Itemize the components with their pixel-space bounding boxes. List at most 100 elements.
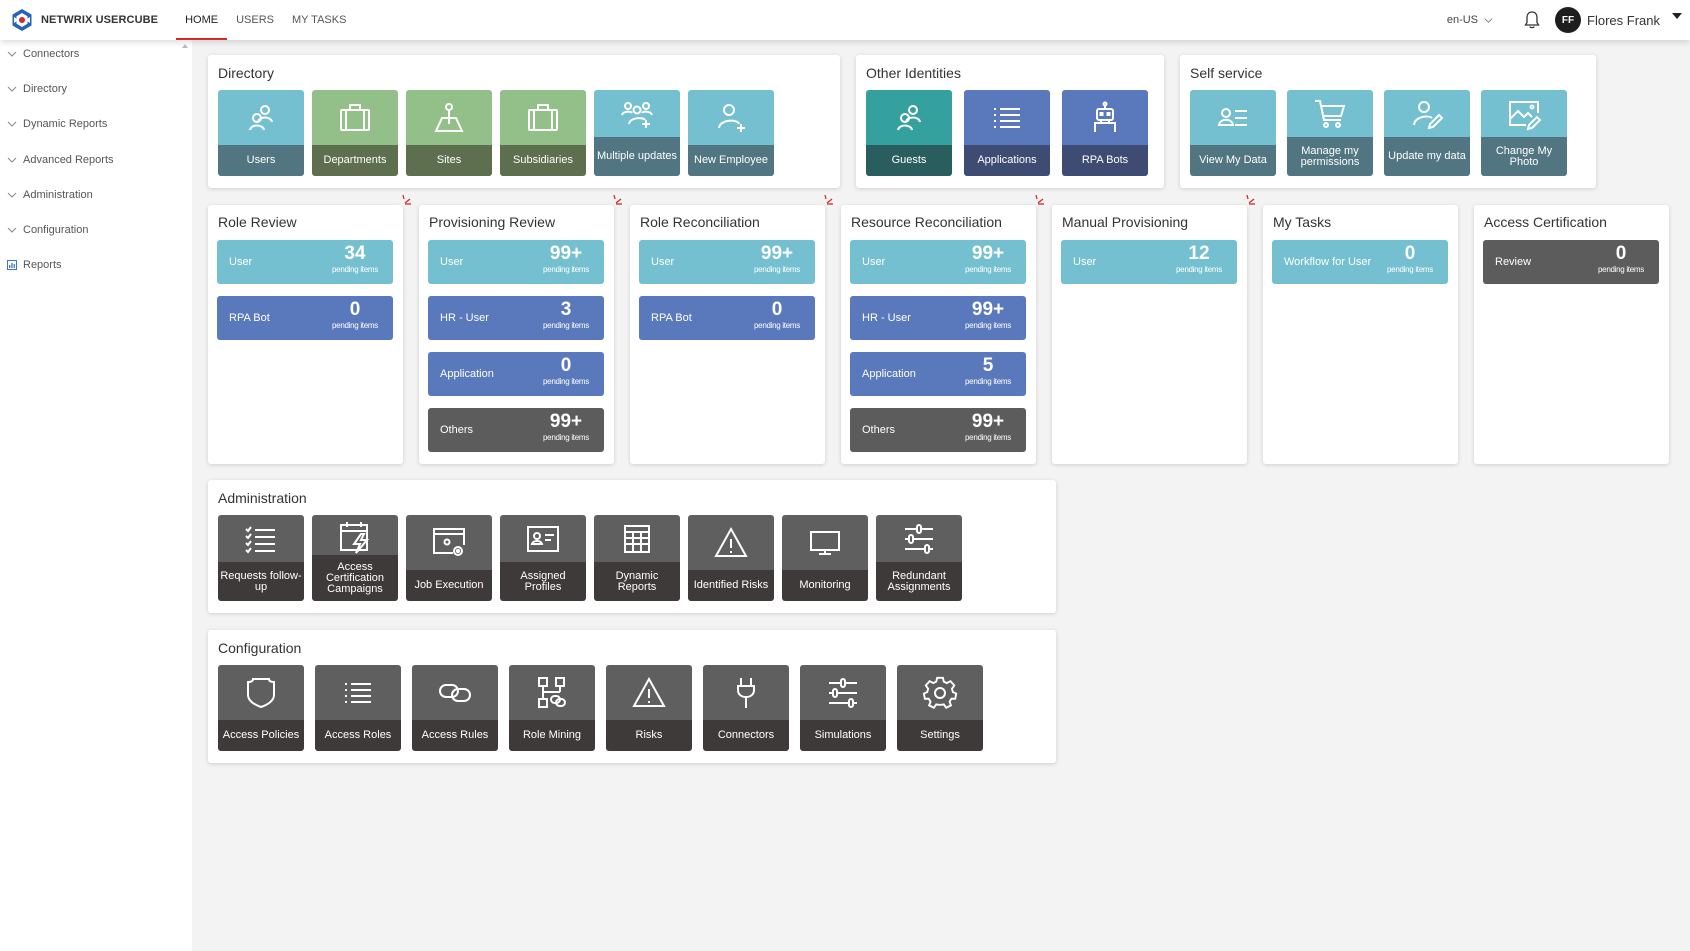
tile-update-my-data[interactable]: Update my data: [1384, 90, 1470, 176]
tile-label: Redundant Assignments: [876, 562, 962, 601]
tile-simulations[interactable]: Simulations: [800, 665, 886, 751]
nav-my-tasks[interactable]: MY TASKS: [283, 0, 355, 40]
tile-access-certification-campaigns[interactable]: Access Certification Campaigns: [312, 515, 398, 601]
pending-caption: pending items: [543, 265, 589, 274]
chevron-down-icon: [7, 192, 17, 198]
review-card-my-tasks: My Tasks Workflow for User 0 pending items: [1263, 205, 1458, 464]
pending-badge[interactable]: Application 0 pending items: [428, 352, 604, 396]
tile-new-employee[interactable]: New Employee: [688, 90, 774, 176]
pending-badge[interactable]: User 99+ pending items: [639, 240, 815, 284]
pending-count: 3: [560, 299, 572, 320]
tile-redundant-assignments[interactable]: Redundant Assignments: [876, 515, 962, 601]
tile-view-my-data[interactable]: View My Data: [1190, 90, 1276, 176]
pending-badge[interactable]: User 99+ pending items: [428, 240, 604, 284]
badge-label: User: [651, 256, 675, 268]
scroll-up-arrow[interactable]: [182, 44, 188, 48]
sidebar-item-label: Configuration: [23, 224, 89, 236]
tile-label: Settings: [897, 720, 983, 751]
badge-label: HR - User: [440, 312, 489, 324]
sidebar-item-directory[interactable]: Directory: [7, 83, 67, 95]
badge-label: User: [1073, 256, 1097, 268]
badge-label: Application: [440, 368, 494, 380]
badge-label: Others: [440, 424, 474, 436]
sidebar-item-dynamic-reports[interactable]: Dynamic Reports: [7, 118, 107, 130]
tile-subsidiaries[interactable]: Subsidiaries: [500, 90, 586, 176]
tile-label: Identified Risks: [688, 570, 774, 601]
pending-badge[interactable]: RPA Bot 0 pending items: [639, 296, 815, 340]
tile-access-policies[interactable]: Access Policies: [218, 665, 304, 751]
pending-badge[interactable]: User 34 pending items: [217, 240, 393, 284]
tile-label: Assigned Profiles: [500, 562, 586, 601]
tile-job-execution[interactable]: Job Execution: [406, 515, 492, 601]
card-title: Role Reconciliation: [640, 214, 760, 230]
sidebar-item-configuration[interactable]: Configuration: [7, 224, 88, 236]
card-title: Access Certification: [1484, 214, 1607, 230]
pending-badge[interactable]: Others 99+ pending items: [428, 408, 604, 452]
tile-rpa-bots[interactable]: RPA Bots: [1062, 90, 1148, 176]
tile-connectors[interactable]: Connectors: [703, 665, 789, 751]
tile-manage-my-permissions[interactable]: Manage my permissions: [1287, 90, 1373, 176]
tile-monitoring[interactable]: Monitoring: [782, 515, 868, 601]
pending-badge[interactable]: RPA Bot 0 pending items: [217, 296, 393, 340]
pending-badge[interactable]: User 99+ pending items: [850, 240, 1026, 284]
pending-badge[interactable]: Review 0 pending items: [1483, 240, 1659, 284]
sidebar-item-reports[interactable]: Reports: [7, 259, 62, 271]
tile-change-my-photo[interactable]: Change My Photo: [1481, 90, 1567, 176]
pending-caption: pending items: [332, 265, 378, 274]
nav-home[interactable]: HOME: [176, 0, 228, 40]
tile-guests[interactable]: Guests: [866, 90, 952, 176]
nav-users[interactable]: USERS: [227, 0, 283, 40]
pending-count: 99+: [971, 411, 1005, 432]
tile-label: Access Policies: [218, 720, 304, 751]
tile-label: Update my data: [1384, 137, 1470, 176]
tile-settings[interactable]: Settings: [897, 665, 983, 751]
sliders-icon: [905, 523, 933, 554]
bell-icon[interactable]: [1523, 10, 1541, 30]
tile-requests-follow-up[interactable]: Requests follow-up: [218, 515, 304, 601]
pending-caption: pending items: [965, 321, 1011, 330]
pending-badge[interactable]: Application 5 pending items: [850, 352, 1026, 396]
tile-label: Departments: [312, 145, 398, 176]
card-title: Provisioning Review: [429, 214, 556, 230]
warning-icon: [632, 676, 666, 707]
tile-dynamic-reports[interactable]: Dynamic Reports: [594, 515, 680, 601]
pending-badge[interactable]: User 12 pending items: [1061, 240, 1237, 284]
tile-label: Applications: [964, 145, 1050, 176]
sliders-icon: [829, 677, 857, 708]
tile-role-mining[interactable]: Role Mining: [509, 665, 595, 751]
tile-access-roles[interactable]: Access Roles: [315, 665, 401, 751]
tile-identified-risks[interactable]: Identified Risks: [688, 515, 774, 601]
avatar[interactable]: FF: [1555, 7, 1582, 33]
sidebar-item-label: Advanced Reports: [23, 154, 114, 166]
pending-badge[interactable]: HR - User 3 pending items: [428, 296, 604, 340]
chevron-down-icon: [7, 86, 17, 92]
sidebar-item-advanced-reports[interactable]: Advanced Reports: [7, 154, 114, 166]
tile-label: Role Mining: [509, 720, 595, 751]
user-name[interactable]: Flores Frank: [1587, 13, 1660, 28]
caret-down-icon[interactable]: [1672, 13, 1682, 19]
pending-caption: pending items: [1176, 265, 1222, 274]
sidebar-item-connectors[interactable]: Connectors: [7, 48, 79, 60]
tile-multiple-updates[interactable]: Multiple updates: [594, 90, 680, 176]
tile-access-rules[interactable]: Access Rules: [412, 665, 498, 751]
user-edit-icon: [1413, 100, 1444, 129]
tile-users[interactable]: Users: [218, 90, 304, 176]
map-pin-icon: [434, 102, 464, 132]
tile-applications[interactable]: Applications: [964, 90, 1050, 176]
brand-logo[interactable]: NETWRIX USERCUBE: [10, 8, 158, 32]
pending-count: 0: [771, 299, 783, 320]
pending-badge[interactable]: Others 99+ pending items: [850, 408, 1026, 452]
top-header: NETWRIX USERCUBE HOME USERS MY TASKS en-…: [0, 0, 1690, 40]
tile-label: Guests: [866, 145, 952, 176]
sidebar-item-administration[interactable]: Administration: [7, 189, 93, 201]
pending-badge[interactable]: HR - User 99+ pending items: [850, 296, 1026, 340]
tile-assigned-profiles[interactable]: Assigned Profiles: [500, 515, 586, 601]
language-select[interactable]: en-US: [1447, 14, 1493, 26]
tile-risks[interactable]: Risks: [606, 665, 692, 751]
pending-badge[interactable]: Workflow for User 0 pending items: [1272, 240, 1448, 284]
pending-caption: pending items: [965, 265, 1011, 274]
tile-departments[interactable]: Departments: [312, 90, 398, 176]
sidebar-item-label: Connectors: [23, 48, 80, 60]
pending-caption: pending items: [543, 321, 589, 330]
tile-sites[interactable]: Sites: [406, 90, 492, 176]
